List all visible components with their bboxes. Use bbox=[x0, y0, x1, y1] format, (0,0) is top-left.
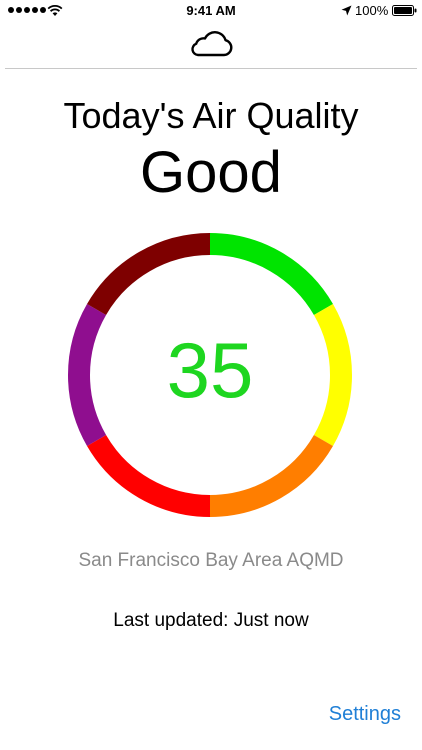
monitoring-agency: San Francisco Bay Area AQMD bbox=[78, 550, 344, 571]
cloud-icon[interactable] bbox=[188, 30, 234, 58]
battery-percent: 100% bbox=[355, 3, 389, 18]
air-quality-level: Good bbox=[140, 140, 282, 205]
location-arrow-icon bbox=[341, 5, 352, 16]
last-updated: Last updated: Just now bbox=[113, 610, 309, 631]
page-title: Today's Air Quality bbox=[63, 95, 359, 136]
gauge-segment bbox=[87, 233, 211, 316]
header-divider bbox=[5, 68, 417, 69]
gauge-segment bbox=[209, 434, 333, 517]
gauge-segment bbox=[87, 434, 211, 517]
app-screen: 9:41 AM 100% Today's Air Quality Good 35… bbox=[0, 0, 422, 750]
aqi-value: 35 bbox=[166, 326, 254, 414]
battery-icon bbox=[392, 5, 417, 16]
gauge-segment bbox=[209, 233, 333, 316]
status-bar: 9:41 AM 100% bbox=[0, 0, 422, 22]
settings-button[interactable]: Settings bbox=[329, 701, 401, 727]
